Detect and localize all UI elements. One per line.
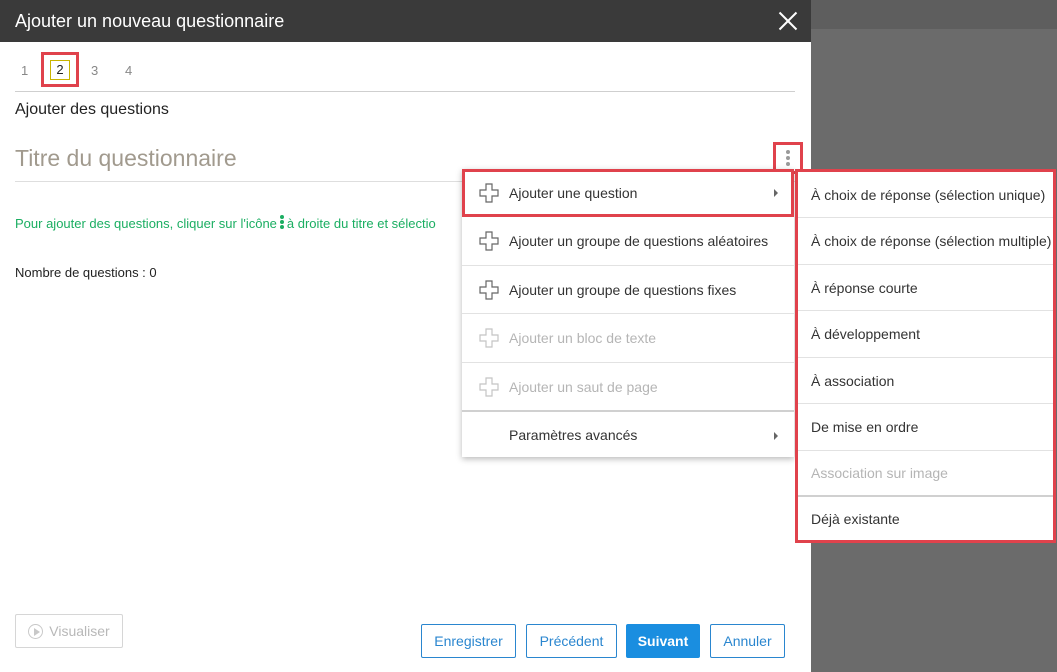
kebab-icon [279,215,284,230]
submenu-item-matching[interactable]: À association [798,358,1053,404]
preview-button[interactable]: Visualiser [15,614,123,648]
step-indicator: 1 2 3 4 [15,52,795,92]
quiz-title-field[interactable]: Titre du questionnaire [15,145,237,172]
menu-item-label: Ajouter un groupe de questions aléatoire… [509,233,769,249]
plus-icon [479,280,499,300]
submenu-item-single-choice[interactable]: À choix de réponse (sélection unique) [798,172,1053,218]
hint-text-after: à droite du titre et sélectio [286,216,436,231]
plus-icon [479,377,499,397]
cancel-button[interactable]: Annuler [710,624,785,658]
menu-item-label: Paramètres avancés [509,426,638,443]
question-type-submenu: À choix de réponse (sélection unique) À … [795,169,1056,543]
menu-item-label: Ajouter un bloc de texte [509,330,657,346]
section-heading: Ajouter des questions [15,101,169,118]
plus-icon [479,183,499,203]
step-2-highlight: 2 [41,52,79,87]
question-count: Nombre de questions : 0 [15,265,157,280]
step-3[interactable]: 3 [91,63,98,78]
menu-item-add-text-block: Ajouter un bloc de texte [462,314,794,363]
next-button[interactable]: Suivant [626,624,700,658]
submenu-item-multiple-choice[interactable]: À choix de réponse (sélection multiple) [798,218,1053,265]
submenu-item-existing[interactable]: Déjà existante [798,497,1053,540]
question-count-label: Nombre de questions : [15,265,146,280]
dialog-header: Ajouter un nouveau questionnaire [0,0,811,42]
save-button[interactable]: Enregistrer [421,624,516,658]
menu-item-add-page-break: Ajouter un saut de page [462,363,794,411]
menu-item-label: Ajouter une question [509,185,638,201]
close-icon[interactable] [777,10,799,32]
hint-text-before: Pour ajouter des questions, cliquer sur … [15,216,277,231]
menu-item-add-fixed-group[interactable]: Ajouter un groupe de questions fixes [462,266,794,314]
play-icon [28,623,44,639]
dialog-title: Ajouter un nouveau questionnaire [15,10,285,31]
submenu-item-essay[interactable]: À développement [798,311,1053,358]
step-2[interactable]: 2 [50,60,70,80]
submenu-item-short-answer[interactable]: À réponse courte [798,265,1053,311]
menu-item-add-random-group[interactable]: Ajouter un groupe de questions aléatoire… [462,217,794,266]
plus-icon [479,231,499,251]
chevron-right-icon [774,189,778,197]
chevron-right-icon [774,432,778,440]
question-count-value: 0 [149,265,157,280]
preview-label: Visualiser [49,623,110,639]
submenu-item-ordering[interactable]: De mise en ordre [798,404,1053,451]
submenu-item-image-matching: Association sur image [798,451,1053,497]
overlay-top-bar [811,0,1057,29]
menu-item-label: Ajouter un groupe de questions fixes [509,281,737,298]
hint-text: Pour ajouter des questions, cliquer sur … [15,215,465,231]
previous-button[interactable]: Précédent [526,624,617,658]
menu-item-advanced-settings[interactable]: Paramètres avancés [462,410,794,457]
step-4[interactable]: 4 [125,63,132,78]
menu-item-label: Ajouter un saut de page [509,379,658,395]
menu-item-add-question[interactable]: Ajouter une question [462,169,794,217]
add-menu: Ajouter une question Ajouter un groupe d… [462,169,794,457]
step-1[interactable]: 1 [21,63,28,78]
plus-icon [479,328,499,348]
